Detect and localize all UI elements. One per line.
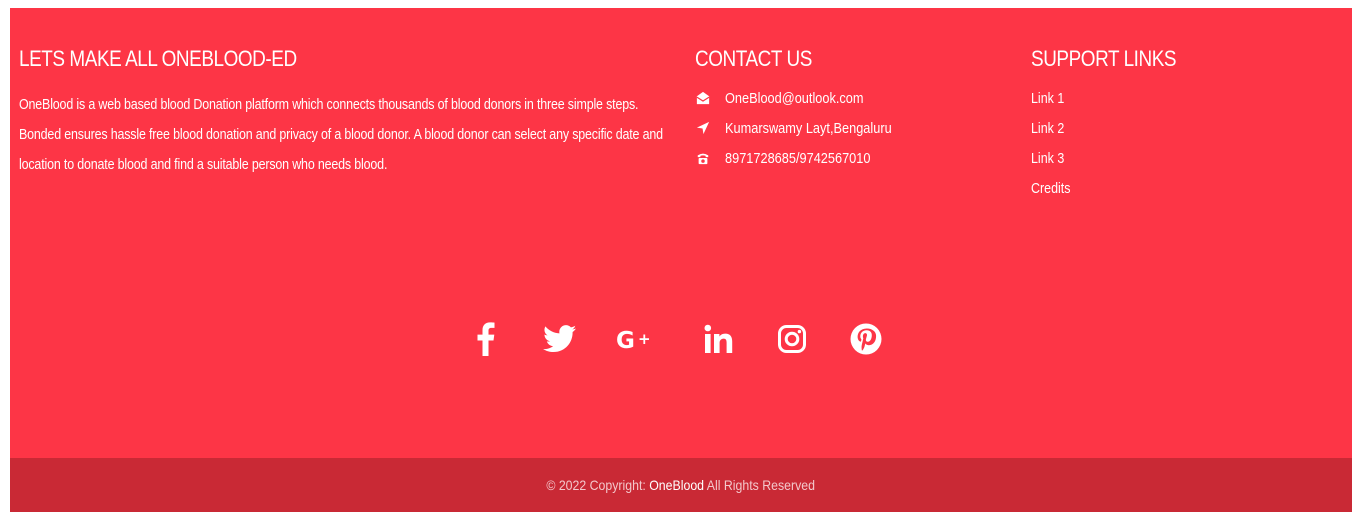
contact-heading: CONTACT US — [695, 46, 812, 71]
linkedin-icon[interactable] — [696, 314, 742, 364]
social-icons: G + — [10, 314, 1352, 364]
support-link-item: Credits — [1031, 180, 1077, 210]
support-link-item: Link 2 — [1031, 120, 1077, 150]
twitter-icon[interactable] — [537, 314, 583, 364]
link-1[interactable]: Link 1 — [1031, 90, 1064, 108]
contact-list: OneBlood@outlook.com Kumarswamy Layt,Ben… — [695, 90, 914, 180]
support-link-item: Link 3 — [1031, 150, 1077, 180]
copyright-prefix: © 2022 Copyright: — [546, 477, 650, 493]
support-link-item: Link 1 — [1031, 90, 1077, 120]
link-2[interactable]: Link 2 — [1031, 120, 1064, 138]
location-arrow-icon — [695, 120, 711, 136]
pinterest-icon[interactable] — [843, 314, 889, 364]
contact-address-text: Kumarswamy Layt,Bengaluru — [725, 121, 892, 137]
instagram-icon[interactable] — [769, 314, 815, 364]
google-plus-icon[interactable]: G + — [611, 314, 657, 364]
copyright-text: © 2022 Copyright: OneBlood All Rights Re… — [547, 458, 816, 512]
footer: LETS MAKE ALL ONEBLOOD-ED OneBlood is a … — [10, 8, 1352, 512]
contact-email: OneBlood@outlook.com — [695, 90, 914, 120]
brand-link[interactable]: OneBlood — [650, 477, 705, 493]
contact-phone-text: 8971728685/9742567010 — [725, 151, 871, 167]
envelope-icon — [695, 90, 711, 106]
about-heading: LETS MAKE ALL ONEBLOOD-ED — [19, 46, 297, 71]
contact-address: Kumarswamy Layt,Bengaluru — [695, 120, 914, 150]
contact-email-text: OneBlood@outlook.com — [725, 91, 864, 107]
support-heading: SUPPORT LINKS — [1031, 46, 1177, 71]
svg-text:G: G — [616, 328, 635, 352]
contact-phone: 8971728685/9742567010 — [695, 150, 914, 180]
copyright-bar: © 2022 Copyright: OneBlood All Rights Re… — [10, 458, 1352, 512]
support-links: Link 1 Link 2 Link 3 Credits — [1031, 90, 1077, 210]
credits-link[interactable]: Credits — [1031, 180, 1071, 198]
copyright-suffix: All Rights Reserved — [704, 477, 816, 493]
svg-text:+: + — [638, 330, 651, 348]
phone-icon — [695, 150, 711, 166]
about-description: OneBlood is a web based blood Donation p… — [19, 97, 663, 173]
facebook-icon[interactable] — [463, 314, 509, 364]
link-3[interactable]: Link 3 — [1031, 150, 1064, 168]
